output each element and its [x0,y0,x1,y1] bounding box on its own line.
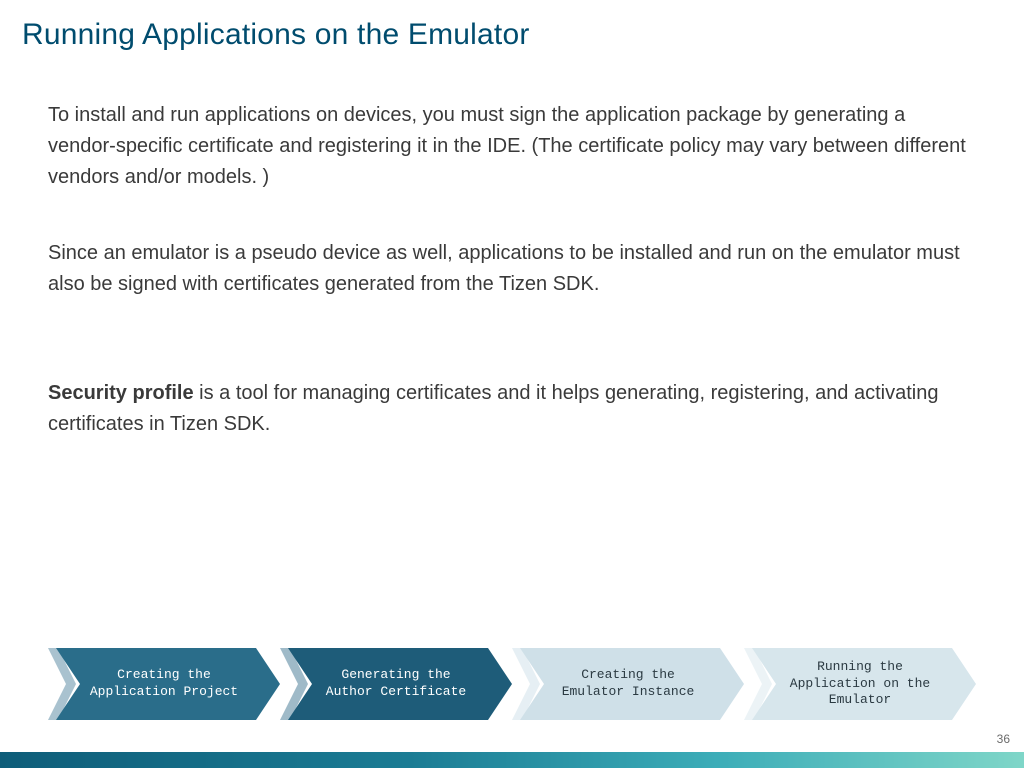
chevron-body: Generating the Author Certificate [288,648,504,720]
slide-title: Running Applications on the Emulator [22,18,530,52]
slide: Running Applications on the Emulator To … [0,0,1024,768]
process-step-label: Creating the Emulator Instance [540,667,717,701]
paragraph-3: Security profile is a tool for managing … [48,378,968,440]
process-step-2: Generating the Author Certificate [280,648,504,720]
process-step-3: Creating the Emulator Instance [512,648,736,720]
paragraph-2: Since an emulator is a pseudo device as … [48,238,968,300]
process-step-4: Running the Application on the Emulator [744,648,968,720]
process-row: Creating the Application Project Generat… [48,648,976,720]
process-step-1: Creating the Application Project [48,648,272,720]
paragraph-3-bold: Security profile [48,382,194,404]
paragraph-1: To install and run applications on devic… [48,100,968,193]
process-step-label: Running the Application on the Emulator [768,659,952,710]
chevron-body: Creating the Emulator Instance [520,648,736,720]
process-step-label: Creating the Application Project [68,667,260,701]
footer-gradient-bar [0,752,1024,768]
page-number: 36 [997,732,1010,746]
process-step-label: Generating the Author Certificate [304,667,488,701]
chevron-body: Running the Application on the Emulator [752,648,968,720]
chevron-body: Creating the Application Project [56,648,272,720]
